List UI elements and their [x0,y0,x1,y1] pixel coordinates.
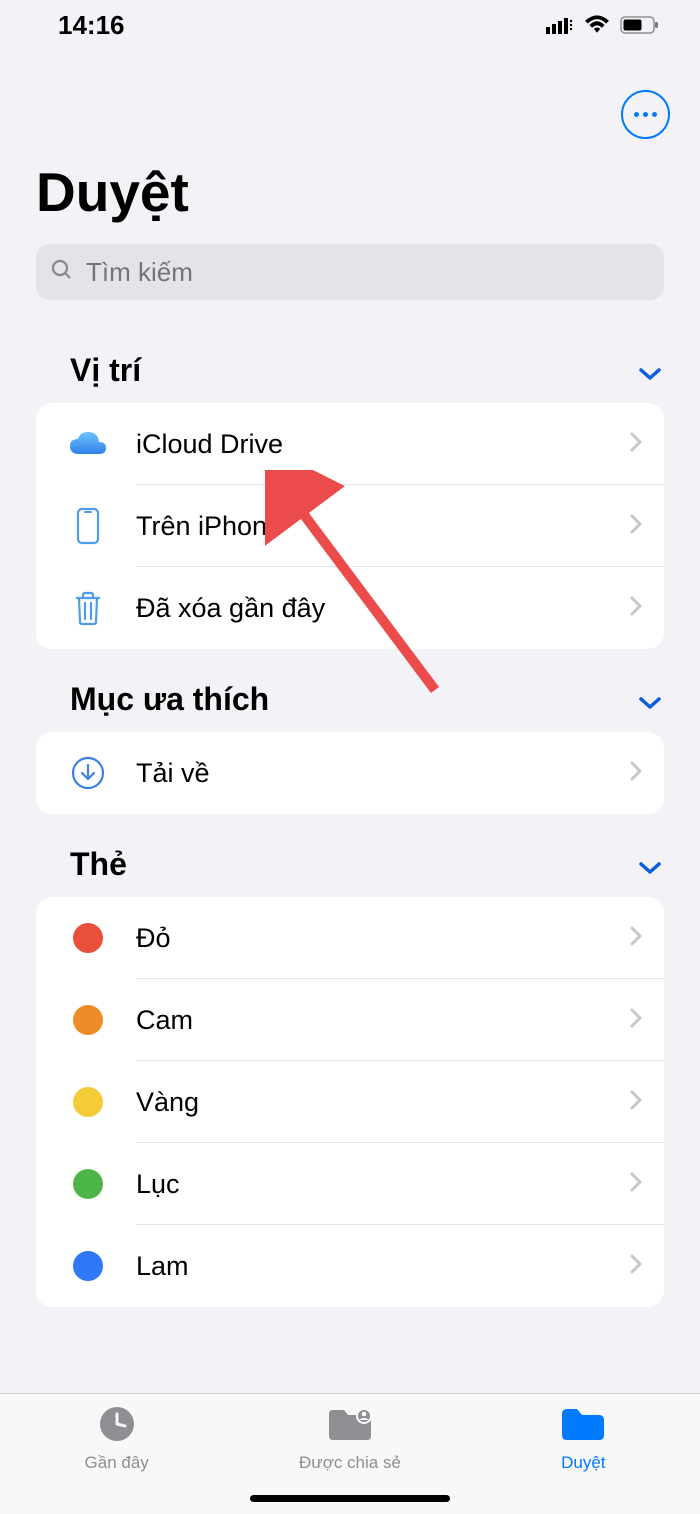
chevron-right-icon [630,1172,642,1197]
locations-card: iCloud Drive Trên iPhone Đã xóa gần đây [36,403,664,649]
row-label: Vàng [136,1087,664,1118]
iphone-icon [66,507,110,545]
cloud-icon [66,430,110,458]
tag-color-icon [66,1251,110,1281]
favorites-card: Tải về [36,732,664,814]
tab-bar: Gần đây Được chia sẻ Duyệt [0,1393,700,1514]
location-icloud-drive[interactable]: iCloud Drive [36,403,664,485]
chevron-right-icon [630,432,642,457]
tab-recents[interactable]: Gần đây [1,1404,232,1473]
section-header-locations[interactable]: Vị trí [0,320,700,403]
chevron-down-icon [638,352,662,389]
row-label: Đỏ [136,923,664,954]
section-title: Thẻ [70,846,127,883]
favorite-downloads[interactable]: Tải về [36,732,664,814]
battery-icon [620,10,660,41]
section-header-tags[interactable]: Thẻ [0,814,700,897]
chevron-right-icon [630,1008,642,1033]
row-label: Đã xóa gần đây [136,593,664,624]
chevron-right-icon [630,761,642,786]
trash-icon [66,590,110,626]
tag-row[interactable]: Cam [36,979,664,1061]
tag-row[interactable]: Lục [36,1143,664,1225]
chevron-right-icon [630,926,642,951]
row-label: Lục [136,1169,664,1200]
shared-folder-icon [326,1404,374,1449]
search-icon [50,258,74,287]
status-indicators [546,10,660,41]
more-options-button[interactable] [621,90,670,139]
tag-color-icon [66,923,110,953]
chevron-right-icon [630,596,642,621]
chevron-right-icon [630,514,642,539]
wifi-icon [584,10,610,41]
tab-label: Được chia sẻ [299,1453,401,1473]
tag-row[interactable]: Lam [36,1225,664,1307]
page-title: Duyệt [0,50,700,236]
chevron-down-icon [638,681,662,718]
location-on-iphone[interactable]: Trên iPhone [36,485,664,567]
status-time: 14:16 [58,10,125,41]
tag-color-icon [66,1087,110,1117]
section-title: Vị trí [70,352,141,389]
tab-browse[interactable]: Duyệt [468,1404,699,1473]
download-icon [66,755,110,791]
clock-icon [97,1404,137,1449]
chevron-right-icon [630,1254,642,1279]
status-bar: 14:16 [0,0,700,50]
section-title: Mục ưa thích [70,681,269,718]
tag-color-icon [66,1169,110,1199]
chevron-right-icon [630,1090,642,1115]
row-label: Tải về [136,758,664,789]
section-header-favorites[interactable]: Mục ưa thích [0,649,700,732]
row-label: Cam [136,1005,664,1036]
row-label: iCloud Drive [136,429,664,460]
tag-row[interactable]: Vàng [36,1061,664,1143]
row-label: Trên iPhone [136,511,664,542]
location-recently-deleted[interactable]: Đã xóa gần đây [36,567,664,649]
search-input[interactable] [84,256,650,289]
cellular-icon [546,10,574,41]
tags-card: Đỏ Cam Vàng Lục Lam [36,897,664,1307]
search-field[interactable] [36,244,664,300]
tab-label: Gần đây [85,1453,149,1473]
ellipsis-icon [634,112,657,117]
tab-label: Duyệt [561,1453,605,1473]
tab-shared[interactable]: Được chia sẻ [234,1404,465,1473]
tag-color-icon [66,1005,110,1035]
home-indicator[interactable] [250,1495,450,1502]
tag-row[interactable]: Đỏ [36,897,664,979]
folder-icon [559,1404,607,1449]
chevron-down-icon [638,846,662,883]
row-label: Lam [136,1251,664,1282]
